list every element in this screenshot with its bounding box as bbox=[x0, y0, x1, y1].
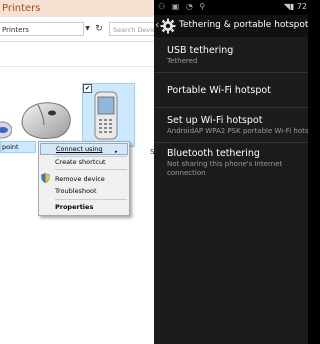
setting-bluetooth-tethering[interactable]: Bluetooth tethering Not sharing this pho… bbox=[167, 148, 308, 178]
setting-usb-tethering[interactable]: USB tethering Tethered bbox=[167, 45, 308, 66]
address-path[interactable]: Printers bbox=[0, 22, 84, 36]
address-bar: Printers ▼ ↻ Search Devices bbox=[0, 17, 154, 42]
explorer-window: Printers Printers ▼ ↻ Search Devices ✔ bbox=[0, 0, 154, 344]
checkbox-icon[interactable]: ✔ bbox=[83, 84, 92, 93]
setting-subtitle: Tethered bbox=[167, 57, 198, 65]
context-menu: Connect using ▸ Create shortcut Remove d… bbox=[38, 141, 130, 216]
menu-item-properties[interactable]: Properties bbox=[55, 203, 93, 211]
menu-separator bbox=[55, 169, 127, 170]
shield-icon bbox=[41, 173, 50, 183]
setting-title: Bluetooth tethering bbox=[167, 148, 260, 159]
divider bbox=[154, 142, 308, 143]
menu-separator bbox=[55, 156, 127, 157]
search-input[interactable]: Search Devices bbox=[109, 22, 154, 36]
android-settings-screen: ⚇ ▣ ◔ ⚲ ◥▮ 72 ‹ Tethering & portable hot… bbox=[154, 0, 308, 344]
setting-portable-wifi-hotspot[interactable]: Portable Wi-Fi hotspot bbox=[167, 85, 308, 97]
gear-icon[interactable] bbox=[160, 18, 176, 34]
divider bbox=[154, 72, 308, 73]
menu-separator bbox=[55, 199, 127, 200]
device-fragment-icon[interactable] bbox=[0, 118, 12, 140]
setting-subtitle: AndroidAP WPA2 PSK portable Wi-Fi hotspo… bbox=[167, 127, 308, 135]
clock-fragment: 72 bbox=[296, 2, 307, 11]
setting-title: Portable Wi-Fi hotspot bbox=[167, 85, 271, 96]
menu-item-label: Connect using bbox=[56, 145, 103, 153]
action-bar: ‹ Tethering & portable hotspot bbox=[154, 15, 308, 37]
phone-device-icon[interactable] bbox=[92, 91, 120, 141]
setting-title: USB tethering bbox=[167, 45, 234, 56]
window-title: Printers bbox=[0, 0, 154, 17]
menu-item-remove-device[interactable]: Remove device bbox=[55, 175, 105, 183]
device-label[interactable]: point bbox=[0, 141, 36, 153]
setting-title: Set up Wi-Fi hotspot bbox=[167, 115, 263, 126]
status-bar: ⚇ ▣ ◔ ⚲ ◥▮ 72 bbox=[154, 0, 308, 15]
refresh-icon[interactable]: ↻ bbox=[93, 22, 105, 36]
menu-item-troubleshoot[interactable]: Troubleshoot bbox=[55, 187, 97, 195]
chevron-down-icon[interactable]: ▼ bbox=[84, 22, 91, 36]
page-title: Tethering & portable hotspot bbox=[179, 20, 308, 30]
notification-icons: ⚇ ▣ ◔ ⚲ bbox=[158, 2, 208, 11]
menu-item-create-shortcut[interactable]: Create shortcut bbox=[55, 158, 106, 166]
divider bbox=[154, 107, 308, 108]
back-chevron-icon[interactable]: ‹ bbox=[155, 18, 159, 31]
mouse-device-icon[interactable] bbox=[18, 97, 76, 141]
setting-subtitle: Not sharing this phone's Internet connec… bbox=[167, 160, 283, 177]
status-time: ◥▮ 72 bbox=[284, 2, 307, 11]
battery-icon: ▮ bbox=[289, 2, 295, 11]
menu-item-connect-using[interactable]: Connect using ▸ bbox=[40, 143, 128, 155]
setting-setup-wifi-hotspot[interactable]: Set up Wi-Fi hotspot AndroidAP WPA2 PSK … bbox=[167, 115, 308, 136]
divider bbox=[0, 66, 154, 67]
